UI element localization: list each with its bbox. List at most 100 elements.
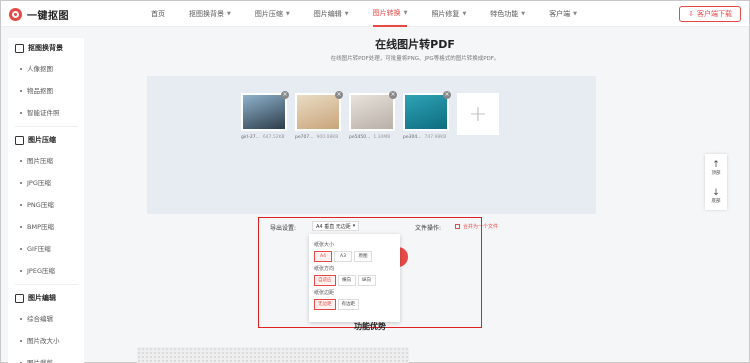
file-size: 747.98KB (424, 135, 447, 140)
close-icon[interactable]: × (281, 91, 289, 99)
sidebar-item[interactable]: 综合编辑 (15, 308, 84, 330)
sidebar-item[interactable]: GIF压缩 (15, 238, 84, 260)
file-name: girl-27... (241, 135, 260, 140)
sidebar-item[interactable]: 图片压缩 (15, 150, 84, 172)
main-nav: 首页 抠图换背景 ▼ 图片压缩 ▼ 图片编辑 ▼ 图片转换 ▼ 照片修复 ▼ 特色功能 ▼ 客户端 ▼ (151, 1, 601, 27)
go-to-bottom-button[interactable]: ↓ 底部 (705, 182, 727, 210)
client-download-label: 客户端下载 (697, 10, 732, 18)
nav-item[interactable]: 客户端 ▼ (549, 1, 577, 27)
chevron-down-icon: ▼ (344, 11, 349, 17)
crop-icon (15, 43, 24, 53)
page-subtitle: 在线图片转PDF处理，可批量将PNG、JPG等格式的图片转换成PDF。 (330, 56, 500, 62)
nav-item-label: 首页 (151, 10, 165, 18)
logo-text: 一键抠图 (27, 10, 69, 22)
float-tools: ↑ 顶部 ↓ 底部 (705, 154, 727, 210)
sidebar-group-title[interactable]: 图片压缩 (15, 130, 84, 150)
nav-item[interactable]: 照片修复 ▼ (431, 1, 466, 27)
nav-item-label: 特色功能 (490, 10, 519, 18)
file-name: pe707... (295, 135, 314, 140)
sidebar-group-label: 抠图换背景 (28, 44, 63, 52)
chevron-down-icon: ▼ (462, 11, 467, 17)
sidebar-item[interactable]: PNG压缩 (15, 194, 84, 216)
sidebar-item[interactable]: JPG压缩 (15, 172, 84, 194)
file-name: pe5450... (349, 135, 371, 140)
sidebar-item[interactable]: 图片裁剪 (15, 352, 84, 363)
sidebar-item[interactable]: 智能证件照 (15, 102, 84, 124)
sidebar-divider (15, 126, 78, 127)
sidebar-group-label: 图片编辑 (28, 294, 56, 302)
to-top-icon: ↑ (712, 159, 720, 170)
nav-item[interactable]: 抠图换背景 ▼ (189, 1, 231, 27)
nav-item-label: 图片编辑 (313, 10, 342, 18)
sidebar-group: 图片编辑综合编辑 图片改大小 图片裁剪 (8, 288, 84, 363)
nav-item[interactable]: 首页 (151, 1, 165, 27)
file-name: pe304... (403, 135, 422, 140)
file-size: 1.34MB (373, 135, 391, 140)
nav-item-label: 图片转换 (372, 9, 401, 17)
add-image-button[interactable]: + (457, 93, 499, 135)
sidebar-group: 图片压缩 图片压缩 JPG压缩 PNG压缩 BMP压缩 GIF压缩 JPEG压缩 (8, 130, 84, 285)
thumbnail-picture (243, 95, 285, 129)
logo-icon (9, 7, 22, 21)
thumbnail-caption: pe304... 747.98KB (403, 135, 449, 140)
back-to-top-button[interactable]: ↑ 顶部 (705, 154, 727, 182)
compress-icon (15, 135, 24, 145)
nav-item-label: 图片压缩 (254, 10, 283, 18)
nav-item-label: 客户端 (549, 10, 571, 18)
chevron-down-icon: ▼ (285, 11, 290, 17)
sidebar: 抠图换背景 人像抠图 物品抠图 智能证件照 图片压缩 图片压缩 JPG压缩 PNG压缩 BMP压… (8, 38, 84, 363)
thumbnail-image: × (403, 91, 451, 131)
upload-area[interactable]: + × girl-27... 647.52KB × pe707... 900.08KB × p… (147, 76, 596, 214)
thumbnail-caption: pe5450... 1.34MB (349, 135, 395, 140)
close-icon[interactable]: × (335, 91, 343, 99)
nav-item-label: 抠图换背景 (189, 10, 224, 18)
close-icon[interactable]: × (443, 91, 451, 99)
thumbnail-picture (297, 95, 339, 129)
top-header: 一键抠图 首页 抠图换背景 ▼ 图片压缩 ▼ 图片编辑 ▼ 图片转换 ▼ 照片修复 ▼ 特色功能 ▼ 客户… (1, 1, 749, 27)
thumbnail-image: × (349, 91, 397, 131)
thumbnail-picture (405, 95, 447, 129)
sidebar-group-label: 图片压缩 (28, 136, 56, 144)
nav-item-label: 照片修复 (431, 10, 460, 18)
section-title: 功能优势 (354, 322, 386, 331)
thumbnail-image: × (241, 91, 289, 131)
nav-item[interactable]: 图片压缩 ▼ (255, 1, 290, 27)
highlight-box (258, 217, 482, 328)
plus-icon: + (468, 101, 488, 127)
thumbnail-caption: girl-27... 647.52KB (241, 135, 287, 140)
file-size: 647.52KB (262, 135, 285, 140)
to-bottom-icon: ↓ (712, 187, 720, 198)
chevron-down-icon: ▼ (573, 11, 578, 17)
image-thumbnail[interactable]: × pe5450... 1.34MB (349, 91, 397, 140)
page-title: 在线图片转PDF (375, 38, 455, 51)
close-icon[interactable]: × (389, 91, 397, 99)
thumbnail-caption: pe707... 900.08KB (295, 135, 341, 140)
logo[interactable]: 一键抠图 (9, 7, 69, 22)
nav-item[interactable]: 图片转换 ▼ (372, 1, 408, 27)
thumbnail-image: × (295, 91, 343, 131)
download-icon: ⇩ (688, 10, 694, 18)
chevron-down-icon: ▼ (403, 10, 408, 16)
float-tool-label: 顶部 (711, 170, 721, 176)
client-download-button[interactable]: ⇩ 客户端下载 (679, 6, 741, 22)
file-size: 900.08KB (316, 135, 339, 140)
nav-item[interactable]: 特色功能 ▼ (490, 1, 525, 27)
sidebar-group-title[interactable]: 图片编辑 (15, 288, 84, 308)
thumbnail-picture (351, 95, 393, 129)
image-thumbnail[interactable]: × pe707... 900.08KB (295, 91, 343, 140)
sidebar-group-title[interactable]: 抠图换背景 (15, 38, 84, 58)
sidebar-group: 抠图换背景人像抠图 物品抠图 智能证件照 (8, 38, 84, 127)
nav-item[interactable]: 图片编辑 ▼ (314, 1, 349, 27)
sidebar-item[interactable]: BMP压缩 (15, 216, 84, 238)
sidebar-item[interactable]: 物品抠图 (15, 80, 84, 102)
sidebar-divider (15, 284, 78, 285)
chevron-down-icon: ▼ (227, 11, 231, 17)
sidebar-item[interactable]: JPEG压缩 (15, 260, 84, 282)
image-thumbnail[interactable]: × pe304... 747.98KB (403, 91, 451, 140)
edit-icon (15, 293, 24, 303)
sidebar-item[interactable]: 图片改大小 (15, 330, 84, 352)
sidebar-item[interactable]: 人像抠图 (15, 58, 84, 80)
image-thumbnail[interactable]: × girl-27... 647.52KB (241, 91, 289, 140)
chevron-down-icon: ▼ (521, 11, 526, 17)
float-tool-label: 底部 (711, 198, 721, 204)
